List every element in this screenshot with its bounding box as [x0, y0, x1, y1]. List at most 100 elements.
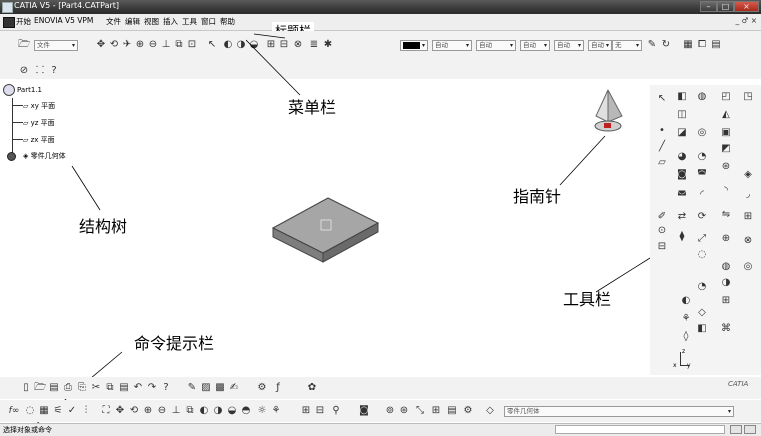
- fill-icon[interactable]: ◇: [484, 405, 496, 417]
- close-surface-icon[interactable]: ◞: [742, 189, 754, 201]
- check-icon[interactable]: ✓: [66, 405, 78, 417]
- parameter-icon[interactable]: ⫶: [80, 405, 92, 417]
- compass-tool-icon[interactable]: ⊛: [398, 405, 410, 417]
- new-file-icon[interactable]: ▯: [20, 382, 32, 394]
- axis-icon[interactable]: ◔: [696, 281, 708, 293]
- groove-icon[interactable]: ◪: [676, 127, 688, 139]
- slot-icon[interactable]: ◔: [696, 151, 708, 163]
- normal-view-tool-icon[interactable]: ⊥: [170, 405, 182, 417]
- catalog-tool-icon[interactable]: ▤: [446, 405, 458, 417]
- open-icon[interactable]: 🗁: [34, 382, 46, 394]
- stiffener-icon[interactable]: ◙: [676, 169, 688, 181]
- image-icon[interactable]: ▨: [200, 382, 212, 394]
- copy-tool-icon[interactable]: ⧉: [104, 382, 116, 394]
- rib-icon[interactable]: ◕: [676, 151, 688, 163]
- remove-face-icon[interactable]: ◈: [742, 169, 754, 181]
- draft-icon[interactable]: ◭: [720, 109, 732, 121]
- shell-icon[interactable]: ▣: [720, 127, 732, 139]
- measure-item-icon[interactable]: ⊟: [314, 405, 326, 417]
- formula-tool-icon[interactable]: f∞: [8, 405, 20, 417]
- material-icon[interactable]: ◧: [696, 323, 708, 335]
- measure-between-icon[interactable]: ⊞: [300, 405, 312, 417]
- thickness-icon[interactable]: ◩: [720, 143, 732, 155]
- cut-tool-icon[interactable]: ✂: [90, 382, 102, 394]
- positioned-sketch-icon[interactable]: ⊙: [656, 225, 668, 237]
- status-button-1[interactable]: [730, 425, 742, 434]
- rotate-tool-icon[interactable]: ⟲: [128, 405, 140, 417]
- hole-icon[interactable]: ◎: [696, 127, 708, 139]
- part-body-dropdown[interactable]: 零件几何体 ▾: [504, 406, 734, 417]
- boolean-icon[interactable]: ⊕: [720, 233, 732, 245]
- annotation-tool-icon[interactable]: ⚘: [680, 313, 692, 325]
- symmetry-icon[interactable]: ⇋: [720, 209, 732, 221]
- scene-icon[interactable]: ⚘: [270, 405, 282, 417]
- light-icon[interactable]: ☼: [256, 405, 268, 417]
- command-input[interactable]: [555, 425, 725, 434]
- sew-surface-icon[interactable]: ◝: [720, 185, 732, 197]
- brush-icon[interactable]: ✍: [228, 382, 240, 394]
- hide-show-tool-icon[interactable]: ◑: [212, 405, 224, 417]
- macro-icon[interactable]: ⚙: [256, 382, 268, 394]
- shading-tool-icon[interactable]: ◐: [198, 405, 210, 417]
- save-icon[interactable]: ▤: [48, 382, 60, 394]
- cut-icon[interactable]: ◊: [680, 331, 692, 343]
- comment-icon[interactable]: ◌: [24, 405, 36, 417]
- macro-tool-icon[interactable]: ⚙: [462, 405, 474, 417]
- rotation-icon[interactable]: ⟳: [696, 211, 708, 223]
- swap-icon[interactable]: ◒: [226, 405, 238, 417]
- help-icon[interactable]: ?: [160, 382, 172, 394]
- pan-tool-icon[interactable]: ✥: [114, 405, 126, 417]
- pad-icon[interactable]: ◧: [676, 91, 688, 103]
- print-icon[interactable]: ⎙: [62, 382, 74, 394]
- plane-tool-icon[interactable]: ▱: [656, 157, 668, 169]
- constraint-icon[interactable]: ◑: [720, 277, 732, 289]
- status-button-2[interactable]: [744, 425, 756, 434]
- zoom-out-tool-icon[interactable]: ⊖: [156, 405, 168, 417]
- quick-print-icon[interactable]: ⎘: [76, 382, 88, 394]
- reference-icon[interactable]: ⊟: [656, 241, 668, 253]
- point-icon[interactable]: •: [656, 125, 668, 137]
- zoom-in-tool-icon[interactable]: ⊕: [142, 405, 154, 417]
- loft-icon[interactable]: ◚: [696, 169, 708, 181]
- render-icon[interactable]: ◓: [240, 405, 252, 417]
- grid-icon[interactable]: ⊞: [720, 295, 732, 307]
- fillet-icon[interactable]: ◰: [720, 91, 732, 103]
- intersect-icon[interactable]: ◌: [696, 249, 708, 261]
- sketch-tool-icon[interactable]: ✎: [186, 382, 198, 394]
- remove-icon[interactable]: ◎: [742, 261, 754, 273]
- select-arrow-icon[interactable]: ↖: [656, 93, 668, 105]
- measure-tool-icon[interactable]: ◇: [696, 307, 708, 319]
- table-icon[interactable]: ▦: [38, 405, 50, 417]
- chamfer-icon[interactable]: ◳: [742, 91, 754, 103]
- pattern-icon[interactable]: ⊞: [742, 211, 754, 223]
- thread-icon[interactable]: ⊛: [720, 161, 732, 173]
- redo-icon[interactable]: ↷: [146, 382, 158, 394]
- knowledge-tool-icon[interactable]: ✿: [306, 382, 318, 394]
- views-icon[interactable]: ⧉: [184, 405, 196, 417]
- scaling-icon[interactable]: ⤢: [696, 233, 708, 245]
- capture-icon[interactable]: ▩: [214, 382, 226, 394]
- leader-spec-tree: [71, 165, 101, 211]
- camera-icon[interactable]: ◙: [358, 405, 370, 417]
- undo-icon[interactable]: ↶: [132, 382, 144, 394]
- rule-icon[interactable]: ⚟: [52, 405, 64, 417]
- formula-icon[interactable]: ƒ: [272, 382, 284, 394]
- assemble-icon[interactable]: ⊗: [742, 235, 754, 247]
- connect-icon[interactable]: ⊚: [384, 405, 396, 417]
- mirror-icon[interactable]: ⧫: [676, 231, 688, 243]
- line-icon[interactable]: ╱: [656, 141, 668, 153]
- paste-tool-icon[interactable]: ▤: [118, 382, 130, 394]
- analysis-tool-icon[interactable]: ⌘: [720, 323, 732, 335]
- pocket-icon[interactable]: ◫: [676, 109, 688, 121]
- remove-loft-icon[interactable]: ◛: [676, 185, 688, 197]
- snap-icon[interactable]: ⤡: [414, 405, 426, 417]
- fit-all-icon[interactable]: ⛶: [100, 405, 112, 417]
- sketcher-icon[interactable]: ✐: [656, 211, 668, 223]
- trim-icon[interactable]: ◍: [720, 261, 732, 273]
- split-icon[interactable]: ◜: [696, 189, 708, 201]
- inertia-icon[interactable]: ⚲: [330, 405, 342, 417]
- shaft-icon[interactable]: ◍: [696, 91, 708, 103]
- dress-up-icon[interactable]: ◐: [680, 295, 692, 307]
- translation-icon[interactable]: ⇄: [676, 211, 688, 223]
- grid-tool-icon[interactable]: ⊞: [430, 405, 442, 417]
